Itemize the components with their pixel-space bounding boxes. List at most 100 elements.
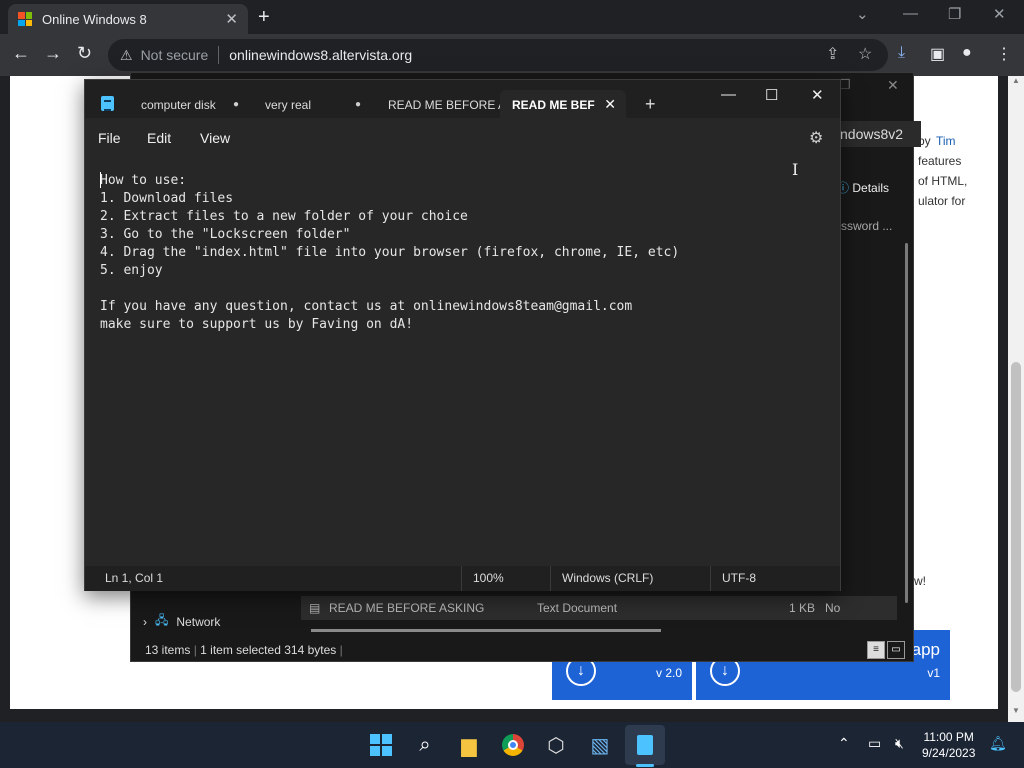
- text-caret: [100, 172, 101, 188]
- address-divider: [218, 46, 220, 64]
- profile-avatar-icon[interactable]: ●: [962, 44, 972, 62]
- item-count: 13 items: [145, 643, 191, 657]
- windows-logo-icon: [370, 734, 392, 756]
- nav-item-network[interactable]: › 🖧 Network: [143, 611, 220, 632]
- page-scrollbar[interactable]: ▲ ▼: [1008, 76, 1024, 722]
- clock-time: 11:00 PM: [923, 730, 974, 744]
- text-file-icon: ▤: [309, 601, 321, 615]
- new-tab-button[interactable]: +: [258, 6, 270, 29]
- search-icon[interactable]: ⌕: [411, 731, 439, 759]
- start-button[interactable]: [367, 731, 395, 759]
- site-text-line-3: ulator for: [918, 194, 966, 208]
- image-viewer-icon[interactable]: ▧: [586, 731, 614, 759]
- notepad-text-area[interactable]: How to use: 1. Download files 2. Extract…: [100, 172, 679, 334]
- browser-restore-button[interactable]: ❐: [948, 5, 961, 23]
- explorer-vertical-scrollbar[interactable]: [905, 243, 908, 603]
- explorer-horizontal-scrollbar[interactable]: [311, 629, 661, 632]
- tile-version: v 2.0: [655, 666, 682, 680]
- bookmark-star-icon[interactable]: ☆: [858, 44, 872, 64]
- tile-label: app: [911, 640, 940, 659]
- tab-label: READ ME BEF: [512, 98, 595, 112]
- notepad-tab-active[interactable]: READ ME BEF ✕: [500, 90, 626, 120]
- explorer-search-box[interactable]: ssword ...: [841, 219, 892, 233]
- line-ending: Windows (CRLF): [562, 571, 654, 585]
- tab-label: very real: [265, 98, 312, 112]
- address-bar[interactable]: ⚠ Not secure onlinewindows8.altervista.o…: [108, 39, 888, 71]
- ibeam-cursor-icon: I: [792, 160, 799, 179]
- network-display-icon[interactable]: ▭: [868, 735, 881, 752]
- nav-network-label: Network: [176, 614, 221, 629]
- explorer-close-button[interactable]: ✕: [887, 77, 899, 94]
- site-trailing-text: w!: [914, 574, 926, 588]
- close-tab-icon[interactable]: ✕: [225, 10, 238, 28]
- tab-search-chevron-icon[interactable]: ⌄: [856, 5, 869, 23]
- browser-minimize-button[interactable]: —: [903, 5, 918, 22]
- side-panel-icon[interactable]: ▣: [930, 44, 945, 64]
- active-app-indicator: [636, 764, 654, 767]
- menu-edit[interactable]: Edit: [147, 130, 171, 146]
- scroll-down-arrow-icon[interactable]: ▼: [1012, 706, 1020, 715]
- scrollbar-thumb[interactable]: [1011, 362, 1021, 692]
- chevron-up-icon[interactable]: ⌃: [838, 735, 850, 752]
- tab-label: computer disk: [141, 98, 216, 112]
- tab-label: READ ME BEFORE AS: [388, 98, 500, 112]
- file-list-row[interactable]: ▤ READ ME BEFORE ASKING Text Document 1 …: [301, 596, 897, 620]
- explorer-status-bar: 13 items | 1 item selected 314 bytes |: [145, 643, 343, 657]
- notepad-tab[interactable]: READ ME BEFORE AS: [376, 90, 500, 120]
- browser-tabstrip: Online Windows 8 ✕ + ⌄ — ❐ ✕: [0, 0, 1024, 34]
- author-link[interactable]: Tim: [936, 134, 956, 148]
- settings-gear-icon[interactable]: ⚙: [809, 128, 823, 148]
- tile-version: v1: [927, 666, 940, 680]
- cursor-position: Ln 1, Col 1: [105, 571, 164, 585]
- selected-bytes: 314 bytes: [284, 643, 337, 657]
- browser-tab-title: Online Windows 8: [42, 11, 147, 27]
- details-view-icon[interactable]: ≡: [867, 641, 885, 659]
- security-status[interactable]: Not secure: [141, 47, 209, 63]
- notepad-close-button[interactable]: ✕: [811, 86, 824, 104]
- system-clock[interactable]: 11:00 PM 9/24/2023: [922, 729, 975, 761]
- browser-tab[interactable]: Online Windows 8 ✕: [8, 4, 248, 34]
- chevron-right-icon[interactable]: ›: [143, 615, 147, 629]
- virtualbox-cube-icon[interactable]: ⬡: [542, 731, 570, 759]
- volume-muted-icon[interactable]: 🔇︎: [895, 735, 904, 752]
- notepad-tab[interactable]: computer disk ●: [129, 90, 247, 120]
- forward-arrow-icon[interactable]: →: [44, 43, 62, 64]
- menu-file[interactable]: File: [98, 130, 121, 146]
- file-name: READ ME BEFORE ASKING: [329, 601, 485, 615]
- kebab-menu-icon[interactable]: ⋮: [996, 44, 1012, 64]
- notepad-new-tab-button[interactable]: +: [645, 94, 656, 115]
- url-text[interactable]: onlinewindows8.altervista.org: [229, 47, 412, 63]
- file-size: 1 KB: [789, 601, 816, 615]
- notepad-app-icon: [101, 96, 114, 111]
- taskbar: ⌕ ▆ ⬡ ▧ ⌃ ▭ 🔇︎ 11:00 PM 9/24/2023 🔔︎: [0, 722, 1024, 768]
- notepad-minimize-button[interactable]: —: [721, 86, 736, 103]
- file-explorer-icon[interactable]: ▆: [455, 731, 483, 759]
- download-icon[interactable]: ⤓: [898, 44, 905, 62]
- details-label: Details: [852, 181, 890, 195]
- reload-icon[interactable]: ↻: [77, 43, 92, 64]
- scroll-up-arrow-icon[interactable]: ▲: [1012, 76, 1020, 85]
- zoom-level: 100%: [473, 571, 504, 585]
- warning-triangle-icon[interactable]: ⚠: [120, 47, 133, 64]
- notepad-status-bar: Ln 1, Col 1 100% Windows (CRLF) UTF-8: [85, 566, 840, 591]
- site-text-line-1: features: [918, 154, 962, 168]
- encoding: UTF-8: [722, 571, 756, 585]
- file-extra: No: [825, 601, 841, 615]
- notepad-tab[interactable]: very real ●: [253, 90, 369, 120]
- unsaved-dot-icon: ●: [232, 99, 239, 110]
- tiles-view-icon[interactable]: ▭: [887, 641, 905, 659]
- close-tab-icon[interactable]: ✕: [604, 96, 616, 113]
- chrome-icon[interactable]: [499, 731, 527, 759]
- browser-toolbar: ← → ↻ ⚠ Not secure onlinewindows8.alterv…: [0, 34, 1024, 76]
- details-button[interactable]: ⓘ Details: [837, 179, 889, 196]
- notification-bell-icon[interactable]: 🔔︎: [989, 735, 1007, 752]
- notepad-maximize-button[interactable]: ☐: [765, 86, 778, 104]
- notepad-taskbar-icon[interactable]: [631, 731, 659, 759]
- menu-view[interactable]: View: [200, 130, 230, 146]
- back-arrow-icon[interactable]: ←: [12, 43, 30, 64]
- browser-close-button[interactable]: ✕: [993, 5, 1006, 23]
- notepad-titlebar: computer disk ● very real ● READ ME BEFO…: [85, 80, 840, 120]
- notepad-window: computer disk ● very real ● READ ME BEFO…: [84, 79, 841, 591]
- share-icon[interactable]: ⇪: [826, 44, 839, 64]
- network-icon: 🖧: [155, 613, 169, 627]
